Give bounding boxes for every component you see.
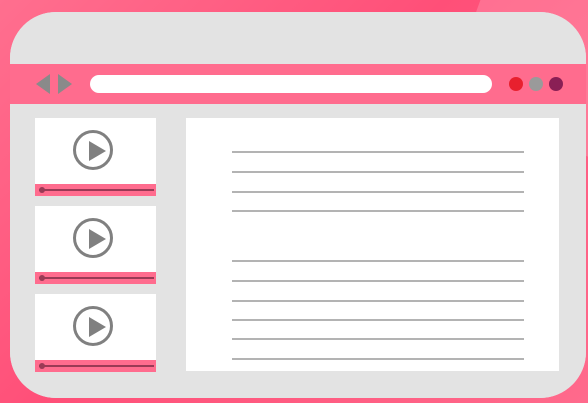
address-bar[interactable] (90, 75, 492, 93)
video-progress-bar[interactable] (35, 272, 156, 284)
text-line (232, 260, 524, 262)
video-card[interactable] (35, 118, 156, 196)
video-progress-bar[interactable] (35, 184, 156, 196)
progress-knob[interactable] (39, 363, 45, 369)
video-thumbnail[interactable] (35, 206, 156, 272)
play-triangle (89, 229, 106, 249)
window-title-bar (10, 12, 586, 62)
text-line (232, 338, 524, 340)
document-panel (186, 118, 559, 371)
progress-knob[interactable] (39, 275, 45, 281)
forward-arrow-icon[interactable] (58, 74, 72, 94)
video-progress-bar[interactable] (35, 360, 156, 372)
progress-track (39, 365, 154, 367)
play-triangle (89, 141, 106, 161)
window-dot-red[interactable] (509, 77, 523, 91)
text-line (232, 191, 524, 193)
browser-window (10, 12, 586, 398)
progress-track (39, 189, 154, 191)
video-thumbnail[interactable] (35, 118, 156, 184)
text-line (232, 151, 524, 153)
video-card[interactable] (35, 294, 156, 372)
text-line (232, 358, 524, 360)
progress-knob[interactable] (39, 187, 45, 193)
page-content (10, 104, 586, 398)
window-dot-purple[interactable] (549, 77, 563, 91)
play-triangle (89, 317, 106, 337)
progress-track (39, 277, 154, 279)
back-arrow-icon[interactable] (36, 74, 50, 94)
text-line (232, 210, 524, 212)
text-line (232, 280, 524, 282)
video-card[interactable] (35, 206, 156, 284)
play-icon[interactable] (73, 130, 113, 170)
text-line (232, 171, 524, 173)
video-thumbnail[interactable] (35, 294, 156, 360)
text-line (232, 319, 524, 321)
window-dot-gray[interactable] (529, 77, 543, 91)
play-icon[interactable] (73, 218, 113, 258)
play-icon[interactable] (73, 306, 113, 346)
text-line (232, 300, 524, 302)
browser-toolbar (10, 64, 586, 104)
